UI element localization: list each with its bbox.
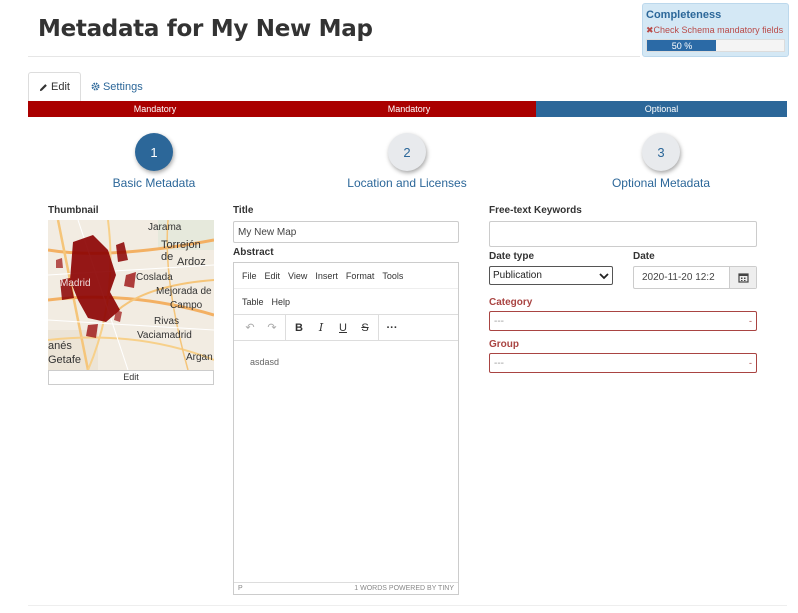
abstract-editor: File Edit View Insert Format Tools Table… xyxy=(233,262,459,595)
map-place-label: Rivas xyxy=(154,316,180,327)
title-input[interactable]: My New Map xyxy=(233,221,459,243)
close-icon: ✖ xyxy=(646,25,654,35)
map-place-label: Mejorada de xyxy=(156,286,212,297)
completeness-title: Completeness xyxy=(646,9,722,21)
editor-menu-table[interactable]: Table xyxy=(242,297,264,307)
caret-icon: - xyxy=(749,316,752,326)
editor-statusbar: P 1 WORDS POWERED BY TINY xyxy=(234,582,458,594)
editor-status-info: 1 WORDS POWERED BY TINY xyxy=(354,585,454,592)
date-input[interactable]: 2020-11-20 12:2 xyxy=(634,267,729,288)
more-icon[interactable]: ··· xyxy=(381,322,403,334)
tab-settings[interactable]: Settings xyxy=(81,72,153,101)
completeness-bar-label: 50 % xyxy=(671,41,693,51)
map-place-label: Ardoz xyxy=(177,256,206,268)
date-picker[interactable]: 2020-11-20 12:2 xyxy=(633,266,757,289)
step-3-circle[interactable]: 3 xyxy=(642,133,680,171)
bold-icon[interactable]: B xyxy=(288,322,310,334)
keywords-input[interactable] xyxy=(489,221,757,247)
map-place-label: Jarama xyxy=(148,222,182,233)
calendar-icon xyxy=(737,273,749,283)
editor-menu-tools[interactable]: Tools xyxy=(382,271,403,281)
group-label: Group xyxy=(489,339,519,350)
category-value: --- xyxy=(494,315,504,327)
progress-segment-mandatory-2: Mandatory xyxy=(282,101,536,117)
map-place-label: Campo xyxy=(170,300,203,311)
editor-menu-file[interactable]: File xyxy=(242,271,257,281)
thumbnail-label: Thumbnail xyxy=(48,205,99,216)
category-label: Category xyxy=(489,297,533,308)
step-3-label[interactable]: Optional Metadata xyxy=(561,176,761,190)
tab-settings-label: Settings xyxy=(102,80,143,93)
group-select[interactable]: --- - xyxy=(489,353,757,373)
thumbnail-edit-button[interactable]: Edit xyxy=(48,370,214,385)
step-location-licenses[interactable]: 2 Location and Licenses xyxy=(307,133,507,190)
step-1-label[interactable]: Basic Metadata xyxy=(54,176,254,190)
step-basic-metadata[interactable]: 1 Basic Metadata xyxy=(54,133,254,190)
toolbar-separator xyxy=(378,314,379,341)
step-2-circle[interactable]: 2 xyxy=(388,133,426,171)
editor-menu-edit[interactable]: Edit xyxy=(265,271,281,281)
completeness-warning[interactable]: ✖Check Schema mandatory fields xyxy=(646,25,785,36)
chevron-down-icon xyxy=(599,272,609,279)
editor-menu-help[interactable]: Help xyxy=(272,297,291,307)
step-optional-metadata[interactable]: 3 Optional Metadata xyxy=(561,133,761,190)
toolbar-separator xyxy=(285,314,286,341)
editor-menubar: File Edit View Insert Format Tools xyxy=(234,263,458,289)
abstract-label: Abstract xyxy=(233,247,274,258)
pencil-icon xyxy=(39,83,47,91)
editor-toolbar: ↶ ↷ B I U S ··· xyxy=(234,314,458,341)
map-place-label: Madrid xyxy=(60,278,91,289)
map-place-label: Vaciamadrid xyxy=(137,330,192,341)
title-label: Title xyxy=(233,205,254,216)
step-1-circle[interactable]: 1 xyxy=(135,133,173,171)
progress-segment-optional: Optional xyxy=(536,101,787,117)
map-place-label: Getafe xyxy=(48,354,82,366)
date-type-select[interactable]: Publication xyxy=(489,266,613,285)
thumbnail-map-image: Jarama Torrejón de Ardoz Coslada Mejorad… xyxy=(48,220,214,370)
bottom-divider xyxy=(28,605,787,606)
gear-icon xyxy=(91,82,100,91)
step-2-label[interactable]: Location and Licenses xyxy=(307,176,507,190)
date-type-label: Date type xyxy=(489,251,535,262)
editor-menu-format[interactable]: Format xyxy=(346,271,375,281)
progress-segment-mandatory-1: Mandatory xyxy=(28,101,282,117)
completeness-panel: Completeness ✖Check Schema mandatory fie… xyxy=(642,3,789,57)
category-select[interactable]: --- - xyxy=(489,311,757,331)
caret-icon: - xyxy=(749,358,752,368)
map-place-label: anés xyxy=(48,340,72,352)
editor-menu-insert[interactable]: Insert xyxy=(315,271,338,281)
underline-icon[interactable]: U xyxy=(332,322,354,334)
keywords-label: Free-text Keywords xyxy=(489,205,582,216)
completeness-warning-text: Check Schema mandatory fields xyxy=(653,25,784,35)
abstract-content[interactable]: asdasd xyxy=(234,341,458,383)
date-label: Date xyxy=(633,251,655,262)
wizard-progress-bar: Mandatory Mandatory Optional xyxy=(28,101,787,117)
map-place-label: Coslada xyxy=(136,272,173,283)
tab-bar: Edit Settings xyxy=(28,72,153,101)
map-place-label: Argan xyxy=(186,352,213,363)
completeness-bar: 50 % xyxy=(646,39,785,52)
title-divider xyxy=(28,56,640,57)
tab-edit[interactable]: Edit xyxy=(28,72,81,101)
tab-edit-label: Edit xyxy=(51,81,70,93)
date-type-value: Publication xyxy=(493,270,542,281)
editor-menu-view[interactable]: View xyxy=(288,271,307,281)
group-value: --- xyxy=(494,357,504,369)
redo-icon[interactable]: ↷ xyxy=(261,321,283,334)
undo-icon[interactable]: ↶ xyxy=(239,321,261,334)
strikethrough-icon[interactable]: S xyxy=(354,322,376,334)
editor-menubar-2: Table Help xyxy=(234,289,458,315)
calendar-button[interactable] xyxy=(729,267,756,288)
page-title: Metadata for My New Map xyxy=(38,16,373,42)
editor-status-path: P xyxy=(238,585,243,592)
italic-icon[interactable]: I xyxy=(310,321,332,334)
